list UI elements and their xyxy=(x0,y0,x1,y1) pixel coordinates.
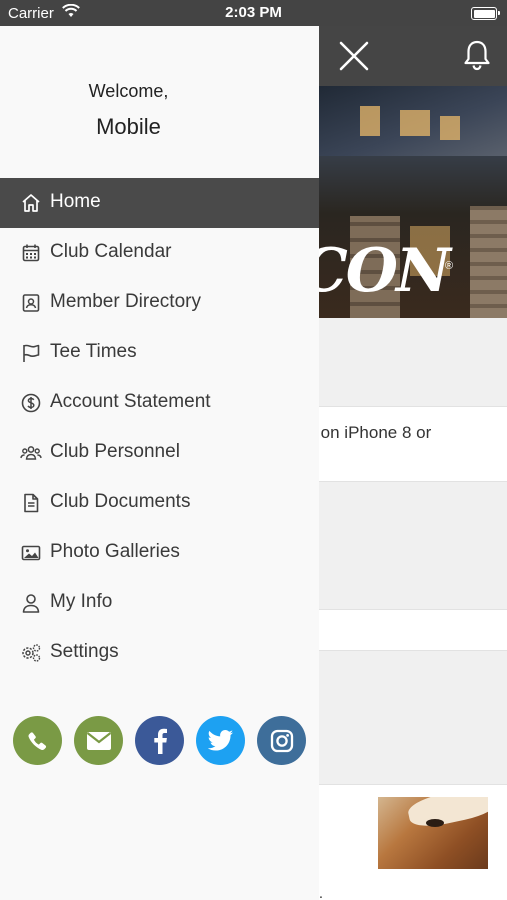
menu-item-home[interactable]: Home xyxy=(0,178,319,228)
status-time: 2:03 PM xyxy=(225,4,282,21)
status-bar: Carrier 2:03 PM xyxy=(0,0,507,26)
menu-item-label: Account Statement xyxy=(50,391,211,412)
people-icon xyxy=(20,442,42,464)
menu-item-my-info[interactable]: My Info xyxy=(0,578,319,628)
drawer-menu: Home Club Calendar Member Directory Tee … xyxy=(0,178,319,678)
bell-icon[interactable] xyxy=(460,38,494,72)
menu-item-club-personnel[interactable]: Club Personnel xyxy=(0,428,319,478)
hero-registered-mark: ® xyxy=(445,260,454,272)
close-icon[interactable] xyxy=(337,39,371,73)
menu-item-club-calendar[interactable]: Club Calendar xyxy=(0,228,319,278)
facebook-icon xyxy=(149,727,171,755)
phone-button[interactable] xyxy=(13,716,62,765)
menu-item-label: My Info xyxy=(50,591,113,612)
menu-item-label: Photo Galleries xyxy=(50,541,180,562)
envelope-icon xyxy=(85,730,113,752)
contact-card-icon xyxy=(20,292,42,314)
twitter-icon xyxy=(207,729,235,753)
dollar-icon xyxy=(20,392,42,414)
facebook-button[interactable] xyxy=(135,716,184,765)
twitter-button[interactable] xyxy=(196,716,245,765)
flag-icon xyxy=(20,342,42,364)
email-button[interactable] xyxy=(74,716,123,765)
photo-icon xyxy=(20,542,42,564)
instagram-icon xyxy=(269,728,295,754)
menu-item-label: Club Personnel xyxy=(50,441,180,462)
menu-item-label: Home xyxy=(50,191,101,212)
menu-item-label: Club Calendar xyxy=(50,241,172,262)
document-icon xyxy=(20,492,42,514)
gears-icon xyxy=(20,642,42,664)
menu-item-label: Settings xyxy=(50,641,119,662)
social-links xyxy=(13,716,313,766)
menu-item-settings[interactable]: Settings xyxy=(0,628,319,678)
menu-item-label: Tee Times xyxy=(50,341,137,362)
hero-logo-text: CON xyxy=(300,236,451,306)
menu-item-club-documents[interactable]: Club Documents xyxy=(0,478,319,528)
horse-photo-thumbnail[interactable] xyxy=(378,797,488,869)
welcome-label: Welcome, xyxy=(88,81,169,101)
instagram-button[interactable] xyxy=(257,716,306,765)
menu-item-label: Member Directory xyxy=(50,291,201,312)
battery-icon xyxy=(471,7,500,20)
navigation-drawer: Welcome, Mobile Home Club Calendar Membe… xyxy=(0,26,319,900)
person-icon xyxy=(20,592,42,614)
menu-item-tee-times[interactable]: Tee Times xyxy=(0,328,319,378)
calendar-icon xyxy=(20,242,42,264)
menu-item-label: Club Documents xyxy=(50,491,191,512)
menu-item-member-directory[interactable]: Member Directory xyxy=(0,278,319,328)
menu-item-photo-galleries[interactable]: Photo Galleries xyxy=(0,528,319,578)
phone-icon xyxy=(25,728,51,754)
home-icon xyxy=(20,192,42,214)
user-name: Mobile xyxy=(96,114,161,139)
menu-item-account-statement[interactable]: Account Statement xyxy=(0,378,319,428)
